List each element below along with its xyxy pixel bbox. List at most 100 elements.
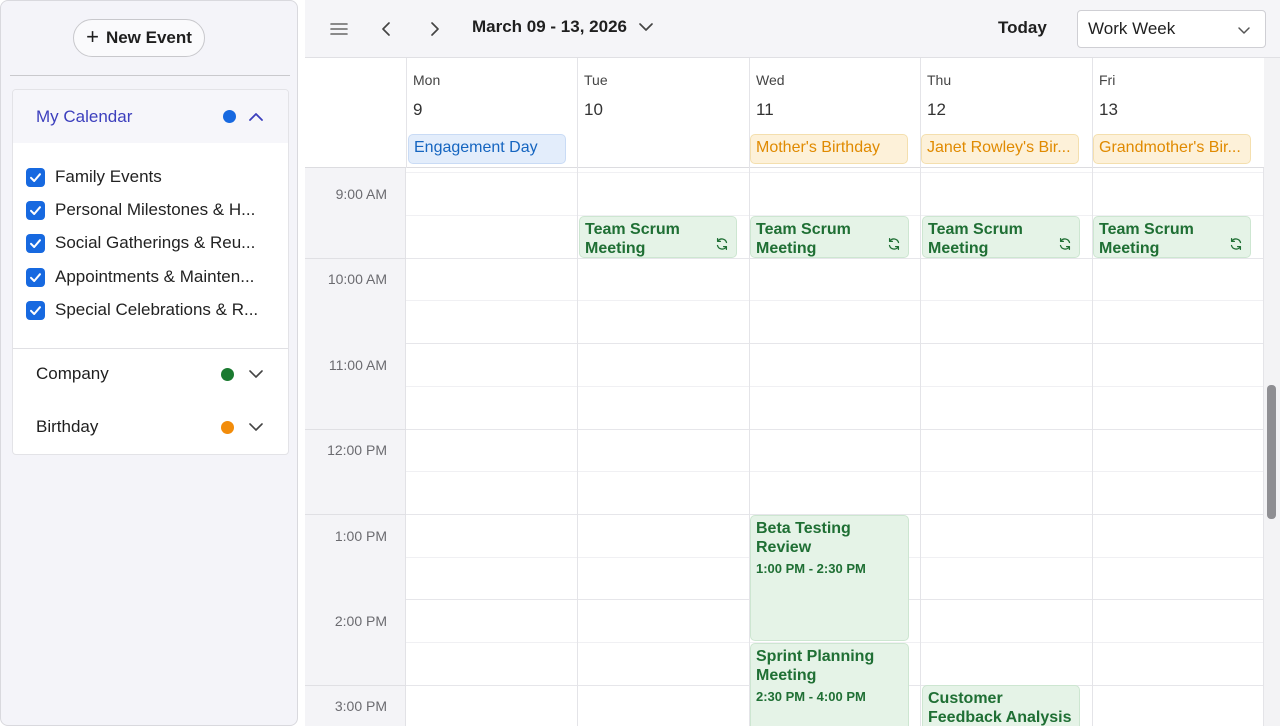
hour-divider (305, 514, 406, 515)
checkbox-checked-icon[interactable] (26, 233, 45, 253)
calendar-item-label: Appointments & Mainten... (55, 267, 255, 286)
grid-line (406, 429, 1264, 430)
company-color-dot (221, 368, 234, 381)
event-title: Team Scrum Meeting (585, 221, 680, 257)
new-event-button[interactable]: + New Event (73, 19, 205, 57)
day-header-tue[interactable]: Tue 10 (577, 58, 748, 168)
time-label: 2:00 PM (334, 613, 387, 629)
event-time: 2:30 PM - 4:00 PM (756, 689, 866, 704)
recurrence-icon (716, 237, 728, 251)
checkbox-checked-icon[interactable] (26, 200, 45, 220)
next-button[interactable] (419, 14, 449, 44)
checkbox-checked-icon[interactable] (26, 267, 45, 287)
my-calendar-header[interactable]: My Calendar (13, 90, 288, 143)
date-range-picker[interactable]: March 09 - 13, 2026 (472, 17, 655, 37)
event-team-scrum-fri[interactable]: Team Scrum Meeting (1093, 216, 1251, 258)
allday-event[interactable]: Mother's Birthday (750, 134, 908, 164)
calendar-list-panel: My Calendar Family Events Personal Miles… (12, 89, 289, 455)
time-grid[interactable]: 9:00 AM 10:00 AM 11:00 AM 12:00 PM 1:00 … (305, 168, 1264, 726)
sidebar: + New Event My Calendar Family Events Pe… (0, 0, 298, 726)
calendar-item-social-gatherings[interactable]: Social Gatherings & Reu... (26, 232, 276, 254)
day-number[interactable]: 13 (1099, 100, 1118, 120)
time-label: 10:00 AM (327, 271, 387, 287)
allday-event[interactable]: Engagement Day (408, 134, 566, 164)
time-label: 3:00 PM (334, 698, 387, 714)
day-header-fri[interactable]: Fri 13 Grandmother's Bir... (1092, 58, 1263, 168)
day-number[interactable]: 12 (927, 100, 946, 120)
day-name: Wed (756, 72, 785, 88)
chevron-down-icon (639, 23, 653, 31)
date-range-label: March 09 - 13, 2026 (472, 17, 627, 36)
event-title: Sprint Planning Meeting (756, 648, 875, 684)
calendar-item-label: Family Events (55, 167, 162, 186)
recurrence-icon (1230, 237, 1242, 251)
calendar-item-personal-milestones[interactable]: Personal Milestones & H... (26, 199, 276, 221)
view-select-value: Work Week (1088, 19, 1176, 38)
allday-event[interactable]: Grandmother's Bir... (1093, 134, 1251, 164)
chevron-right-icon (431, 22, 439, 36)
chevron-left-icon (382, 22, 390, 36)
time-label: 11:00 AM (328, 357, 387, 373)
time-label: 12:00 PM (327, 442, 387, 458)
calendar-item-family-events[interactable]: Family Events (26, 166, 276, 188)
event-title: Team Scrum Meeting (756, 221, 851, 257)
grid-line (406, 471, 1264, 472)
plus-icon: + (86, 24, 99, 49)
company-calendar-title: Company (36, 364, 109, 383)
day-header-mon[interactable]: Mon 9 Engagement Day (406, 58, 577, 168)
day-header-row: Mon 9 Engagement Day Tue 10 Wed 11 Mothe… (305, 58, 1264, 168)
grid-line (406, 343, 1264, 344)
chevron-down-icon[interactable] (247, 365, 265, 383)
day-header-thu[interactable]: Thu 12 Janet Rowley's Bir... (920, 58, 1091, 168)
event-beta-testing-review[interactable]: Beta Testing Review 1:00 PM - 2:30 PM (750, 515, 909, 641)
checkbox-checked-icon[interactable] (26, 300, 45, 320)
view-select[interactable]: Work Week (1077, 10, 1266, 48)
chevron-down-icon (1238, 27, 1250, 34)
event-title: Customer Feedback Analysis (928, 690, 1072, 726)
birthday-color-dot (221, 421, 234, 434)
birthday-calendar-title: Birthday (36, 417, 99, 436)
day-number[interactable]: 9 (413, 100, 422, 120)
day-column-divider (920, 168, 921, 726)
event-team-scrum-thu[interactable]: Team Scrum Meeting (922, 216, 1080, 258)
recurrence-icon (1059, 237, 1071, 251)
company-calendar-header[interactable]: Company (13, 354, 288, 394)
event-time: 1:00 PM - 2:30 PM (756, 561, 866, 576)
toolbar: March 09 - 13, 2026 Today Work Week (305, 0, 1280, 58)
day-column-divider (577, 168, 578, 726)
checkbox-checked-icon[interactable] (26, 167, 45, 187)
previous-button[interactable] (372, 14, 402, 44)
hour-divider (305, 258, 406, 259)
grid-line (406, 258, 1264, 259)
day-name: Fri (1099, 72, 1116, 88)
scrollbar-thumb[interactable] (1267, 385, 1276, 519)
chevron-up-icon[interactable] (247, 108, 265, 126)
event-customer-feedback[interactable]: Customer Feedback Analysis (922, 685, 1080, 726)
day-number[interactable]: 10 (584, 100, 603, 120)
sidebar-divider (10, 75, 290, 76)
event-team-scrum-tue[interactable]: Team Scrum Meeting (579, 216, 737, 258)
day-header-wed[interactable]: Wed 11 Mother's Birthday (749, 58, 920, 168)
day-name: Thu (927, 72, 952, 88)
calendar-item-label: Social Gatherings & Reu... (55, 233, 256, 252)
event-title: Team Scrum Meeting (1099, 221, 1194, 257)
scheduler: March 09 - 13, 2026 Today Work Week Mon … (305, 0, 1280, 726)
calendar-item-label: Personal Milestones & H... (55, 200, 256, 219)
hour-divider (305, 429, 406, 430)
time-label: 1:00 PM (334, 528, 387, 544)
birthday-calendar-header[interactable]: Birthday (13, 407, 288, 447)
chevron-down-icon[interactable] (247, 418, 265, 436)
today-button[interactable]: Today (998, 18, 1047, 38)
hour-divider (305, 685, 406, 686)
calendar-item-appointments[interactable]: Appointments & Mainten... (26, 266, 276, 288)
event-title: Beta Testing Review (756, 520, 851, 556)
menu-button[interactable] (324, 14, 354, 44)
my-calendar-color-dot (223, 110, 236, 123)
event-sprint-planning[interactable]: Sprint Planning Meeting 2:30 PM - 4:00 P… (750, 643, 909, 726)
calendar-item-special-celebrations[interactable]: Special Celebrations & R... (26, 299, 276, 321)
day-number[interactable]: 11 (756, 100, 774, 120)
event-team-scrum-wed[interactable]: Team Scrum Meeting (750, 216, 909, 258)
grid-line (406, 386, 1264, 387)
allday-event[interactable]: Janet Rowley's Bir... (921, 134, 1079, 164)
calendar-item-label: Special Celebrations & R... (55, 300, 259, 319)
